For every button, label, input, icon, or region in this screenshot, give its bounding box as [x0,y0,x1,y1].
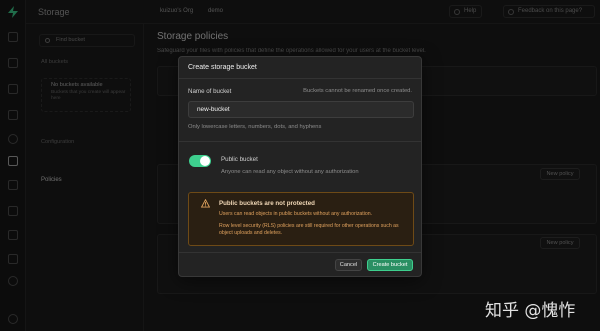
dialog-footer: Cancel Create bucket [179,252,421,276]
warning-line-2: Row level security (RLS) policies are st… [219,223,399,237]
public-bucket-toggle[interactable] [189,155,211,167]
warning-title: Public buckets are not protected [219,200,315,207]
cancel-button[interactable]: Cancel [335,259,362,271]
warning-triangle-icon [201,199,210,208]
warning-line-1: Users can read objects in public buckets… [219,211,373,217]
watermark: 知乎 @愧怍 [485,301,576,321]
public-warning-alert: Public buckets are not protected Users c… [188,192,414,246]
public-bucket-hint: Anyone can read any object without any a… [221,169,359,175]
divider [179,141,421,142]
dialog-header: Create storage bucket [179,57,421,79]
bucket-name-input[interactable]: new-bucket [188,101,414,118]
bucket-name-hint: Only lowercase letters, numbers, dots, a… [188,124,322,130]
create-bucket-button[interactable]: Create bucket [367,259,413,271]
toggle-knob [200,156,210,166]
bucket-name-label: Name of bucket [188,88,232,95]
bucket-name-note: Buckets cannot be renamed once created. [303,88,412,94]
dialog-title: Create storage bucket [188,64,257,71]
public-bucket-label: Public bucket [221,156,258,163]
create-bucket-dialog: Create storage bucket Name of bucket Buc… [178,56,422,277]
